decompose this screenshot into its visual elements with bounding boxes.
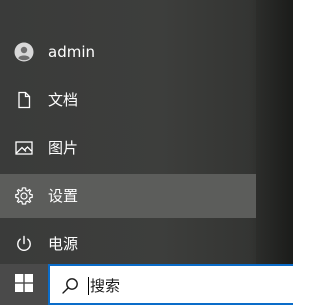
document-icon (14, 90, 34, 110)
search-icon (60, 276, 80, 296)
start-menu-item-label: 电源 (48, 235, 79, 253)
search-input[interactable]: 搜索 (90, 276, 120, 296)
gear-icon (14, 186, 34, 206)
start-button[interactable] (0, 264, 48, 305)
power-icon (14, 234, 34, 254)
start-menu-user-admin[interactable]: admin (0, 30, 256, 74)
start-menu-item-label: admin (48, 43, 95, 61)
user-avatar-icon (14, 42, 34, 62)
start-menu-item-power[interactable]: 电源 (0, 222, 256, 266)
start-menu-item-label: 设置 (48, 187, 79, 205)
start-menu-item-label: 图片 (48, 139, 79, 157)
start-menu-item-label: 文档 (48, 91, 79, 109)
search-box[interactable]: 搜索 (48, 264, 293, 305)
windows-logo-icon (15, 273, 33, 296)
taskbar: 搜索 (0, 264, 293, 305)
start-menu: admin 文档 图片 设置 电源 (0, 0, 256, 264)
text-caret (88, 277, 89, 295)
start-menu-item-pictures[interactable]: 图片 (0, 126, 256, 170)
desktop-screen: admin 文档 图片 设置 电源 搜索 (0, 0, 293, 305)
start-menu-item-documents[interactable]: 文档 (0, 78, 256, 122)
start-menu-tiles-edge (256, 0, 293, 264)
picture-icon (14, 138, 34, 158)
start-menu-item-settings[interactable]: 设置 (0, 174, 256, 218)
